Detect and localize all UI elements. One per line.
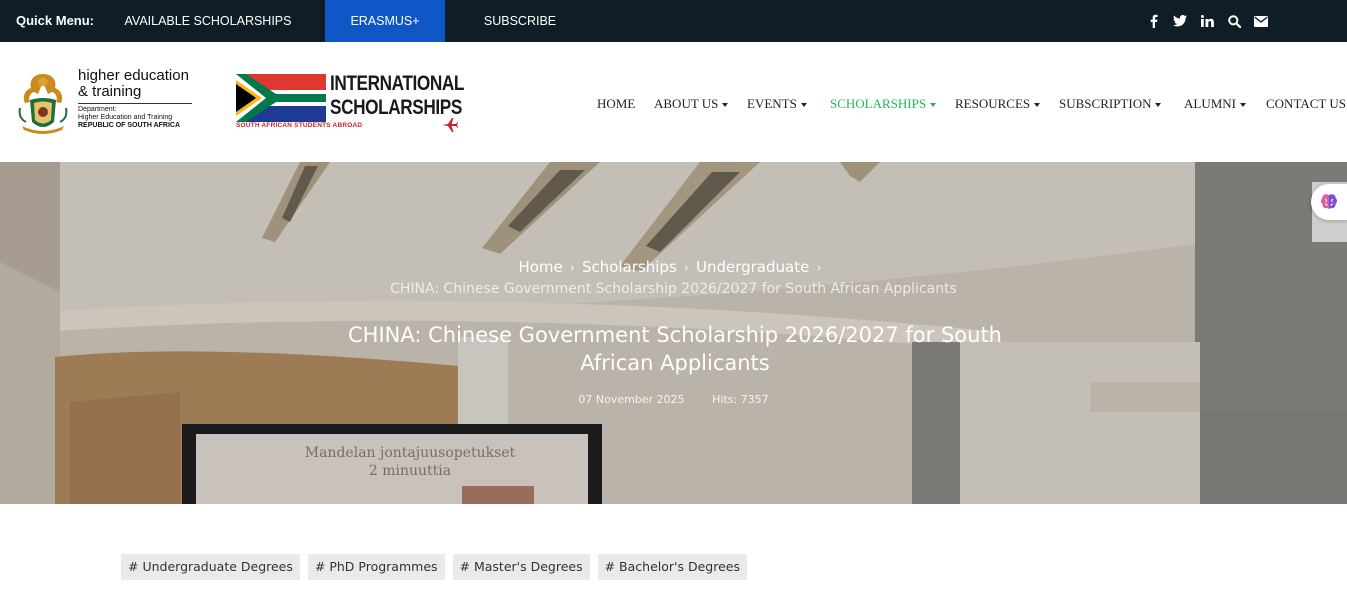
quick-menu-label: Quick Menu: bbox=[16, 13, 95, 28]
top-bar: Quick Menu: AVAILABLE SCHOLARSHIPS ERASM… bbox=[0, 0, 1347, 42]
nav-subscription-label: SUBSCRIPTION bbox=[1059, 96, 1152, 111]
chevron-down-icon bbox=[1155, 103, 1162, 108]
site-header: higher education & training Department: … bbox=[0, 42, 1347, 162]
tag-bachelors-degrees[interactable]: # Bachelor's Degrees bbox=[597, 554, 747, 580]
twitter-icon[interactable] bbox=[1172, 13, 1188, 29]
nav-about-us-label: ABOUT US bbox=[654, 96, 719, 111]
nav-events-label: EVENTS bbox=[747, 96, 797, 111]
international-scholarships-wordmark: INTERNATIONAL SCHOLARSHIPS bbox=[330, 72, 464, 120]
article-meta: 07 November 2025 Hits: 7357 bbox=[0, 393, 1347, 406]
ai-assistant-button[interactable] bbox=[1311, 184, 1347, 220]
chevron-down-icon bbox=[722, 103, 729, 108]
nav-scholarships[interactable]: SCHOLARSHIPS bbox=[830, 96, 937, 112]
dhet-divider bbox=[78, 103, 192, 104]
coat-of-arms-icon bbox=[18, 74, 68, 134]
page-title-line2: African Applicants bbox=[580, 351, 770, 375]
nav-events[interactable]: EVENTS bbox=[747, 96, 807, 112]
linkedin-icon[interactable] bbox=[1199, 13, 1215, 29]
nav-home-label: HOME bbox=[597, 96, 636, 111]
breadcrumb: Home › Scholarships › Undergraduate › bbox=[0, 258, 1347, 276]
tag-masters-degrees[interactable]: # Master's Degrees bbox=[452, 554, 590, 580]
chevron-down-icon bbox=[1240, 103, 1246, 108]
south-africa-flag-icon bbox=[236, 74, 326, 122]
nav-resources-label: RESOURCES bbox=[955, 96, 1031, 111]
nav-alumni-label: ALUMNI bbox=[1184, 96, 1236, 111]
publish-date: 07 November 2025 bbox=[578, 393, 685, 406]
chevron-down-icon bbox=[800, 103, 807, 108]
intl-line1: INTERNATIONAL bbox=[330, 72, 465, 95]
dept-line3: REPUBLIC OF SOUTH AFRICA bbox=[78, 122, 181, 129]
tag-undergraduate-degrees[interactable]: # Undergraduate Degrees bbox=[121, 554, 300, 580]
intl-line2: SCHOLARSHIPS bbox=[330, 96, 462, 119]
breadcrumb-separator-icon: › bbox=[569, 261, 575, 276]
erasmus-link[interactable]: ERASMUS+ bbox=[325, 0, 445, 42]
dhet-title-line2: & training bbox=[78, 83, 142, 100]
search-icon[interactable] bbox=[1226, 13, 1242, 29]
breadcrumb-home[interactable]: Home bbox=[518, 258, 562, 276]
breadcrumb-current: CHINA: Chinese Government Scholarship 20… bbox=[390, 281, 957, 297]
page-title: CHINA: Chinese Government Scholarship 20… bbox=[330, 321, 1020, 377]
available-scholarships-link[interactable]: AVAILABLE SCHOLARSHIPS bbox=[118, 0, 298, 42]
page-title-line1: CHINA: Chinese Government Scholarship 20… bbox=[348, 323, 1002, 347]
breadcrumb-undergraduate[interactable]: Undergraduate bbox=[696, 258, 809, 276]
international-scholarships-logo[interactable]: INTERNATIONAL SCHOLARSHIPS SOUTH AFRICAN… bbox=[236, 72, 464, 136]
dept-line1: Department: bbox=[78, 106, 117, 113]
dept-line2: Higher Education and Training bbox=[78, 114, 173, 121]
tag-list: # Undergraduate Degrees # PhD Programmes… bbox=[121, 554, 747, 580]
nav-alumni[interactable]: ALUMNI bbox=[1184, 96, 1246, 112]
nav-about-us[interactable]: ABOUT US bbox=[654, 96, 729, 112]
airplane-icon bbox=[442, 118, 458, 132]
breadcrumb-scholarships[interactable]: Scholarships bbox=[582, 258, 677, 276]
brain-icon bbox=[1321, 194, 1337, 209]
tag-phd-programmes[interactable]: # PhD Programmes bbox=[307, 554, 445, 580]
facebook-icon[interactable] bbox=[1145, 13, 1161, 29]
nav-contact-us-label: CONTACT US bbox=[1266, 96, 1346, 111]
hits-count: Hits: 7357 bbox=[712, 393, 769, 406]
nav-resources[interactable]: RESOURCES bbox=[955, 96, 1041, 112]
envelope-icon[interactable] bbox=[1253, 13, 1269, 29]
dhet-department: Department: Higher Education and Trainin… bbox=[78, 106, 180, 130]
chevron-down-icon bbox=[1034, 103, 1041, 108]
dhet-logo[interactable]: higher education & training Department: … bbox=[16, 68, 196, 138]
social-icons bbox=[1145, 0, 1269, 42]
subscribe-link[interactable]: SUBSCRIBE bbox=[474, 0, 566, 42]
hero-banner: Mandelan jontajuusopetukset 2 minuuttia … bbox=[0, 162, 1347, 504]
intl-tagline: SOUTH AFRICAN STUDENTS ABROAD bbox=[236, 122, 363, 129]
nav-contact-us[interactable]: CONTACT US bbox=[1266, 96, 1346, 112]
breadcrumb-separator-icon: › bbox=[683, 261, 689, 276]
nav-scholarships-label: SCHOLARSHIPS bbox=[830, 96, 927, 111]
chevron-down-icon bbox=[930, 103, 937, 108]
nav-home[interactable]: HOME bbox=[597, 96, 635, 112]
dhet-title: higher education & training bbox=[78, 68, 189, 100]
nav-subscription[interactable]: SUBSCRIPTION bbox=[1059, 96, 1162, 112]
dhet-title-line1: higher education bbox=[78, 67, 189, 84]
breadcrumb-separator-icon: › bbox=[816, 261, 822, 276]
